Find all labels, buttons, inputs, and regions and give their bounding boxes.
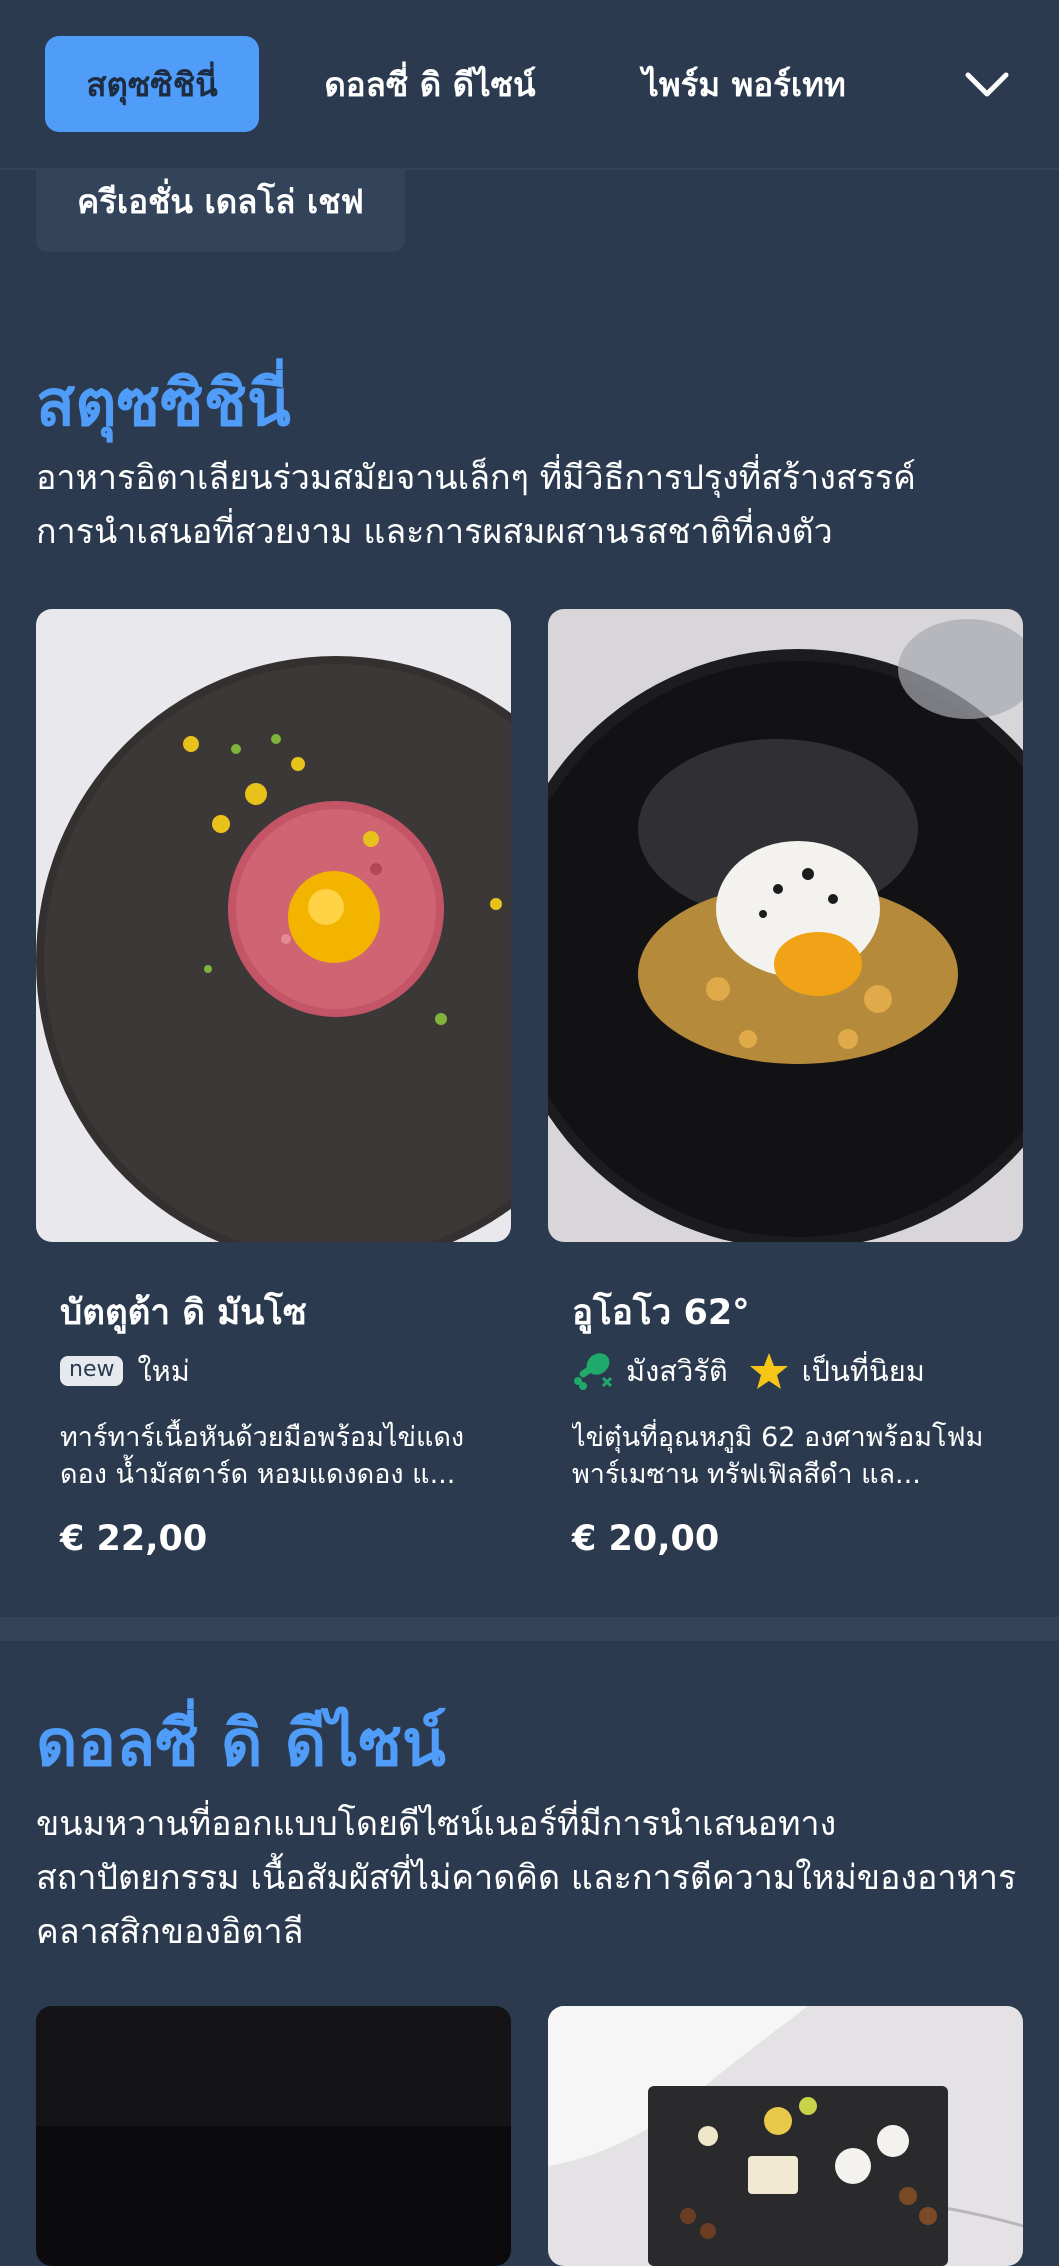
dish-description: ไข่ตุ๋นที่อุณหภูมิ 62 องศาพร้อมโฟมพาร์เม… (572, 1422, 984, 1490)
section-title: ดอลซี่ ดิ ดีไซน์ (36, 1707, 446, 1781)
section-divider (0, 1617, 1059, 1641)
dish-tags: new ใหม่ (60, 1347, 500, 1395)
category-tab-bar: สตุซซิชินี่ ดอลซี่ ดิ ดีไซน์ ไพร์ม พอร์เ… (0, 0, 1059, 170)
dish-description: ทาร์ทาร์เนื้อหันด้วยมือพร้อมไข่แดงดอง น้… (60, 1422, 465, 1490)
dish-name: บัตตูต้า ดิ มันโซ (60, 1293, 307, 1333)
beef-tartare-image[interactable] (36, 609, 511, 1242)
tab-stuzzichini[interactable]: สตุซซิชินี่ (45, 36, 259, 132)
star-icon (749, 1353, 788, 1389)
section-title: สตุซซิชินี่ (36, 367, 291, 441)
popular-tag-label: เป็นที่นิยม (801, 1354, 925, 1388)
section-description: ขนมหวานที่ออกแบบโดยดีไซน์เนอร์ที่มีการนำ… (36, 1804, 1017, 1952)
vegetarian-drumstick-icon (574, 1353, 613, 1390)
menu-item-card[interactable]: บัตตูต้า ดิ มันโซ new ใหม่ ทาร์ทาร์เนื้อ… (60, 1285, 500, 1559)
dessert-platter-image[interactable] (548, 2006, 1023, 2266)
new-tag-label: ใหม่ (137, 1354, 190, 1388)
vegetarian-tag-label: มังสวิรัติ (626, 1354, 728, 1388)
menu-item-card[interactable]: อูโอโว 62° มังสวิรัติ เป็นที่นิยม ไข่ตุ๋… (572, 1285, 1012, 1559)
poached-egg-image[interactable] (548, 609, 1023, 1242)
dish-tags: มังสวิรัติ เป็นที่นิยม (572, 1347, 1012, 1395)
dish-price: € 22,00 (60, 1519, 208, 1559)
tab-dolci-di-design[interactable]: ดอลซี่ ดิ ดีไซน์ (318, 36, 542, 132)
section-description: อาหารอิตาเลียนร่วมสมัยจานเล็กๆ ที่มีวิธี… (36, 458, 916, 552)
new-badge: new (60, 1356, 124, 1386)
dish-price: € 20,00 (572, 1519, 720, 1559)
tab-prime-portate[interactable]: ไพร์ม พอร์เทท (632, 36, 856, 132)
chevron-down-icon[interactable] (960, 58, 1014, 112)
dessert-image[interactable] (36, 2006, 511, 2266)
dish-name: อูโอโว 62° (572, 1293, 750, 1333)
